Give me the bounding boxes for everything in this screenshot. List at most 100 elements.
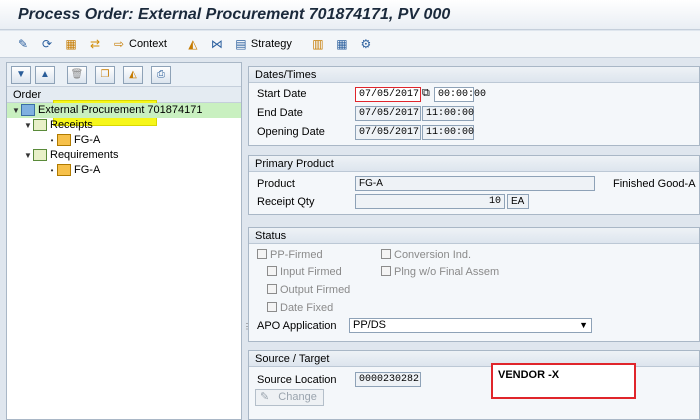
opening-time-field[interactable]: 11:00:00 [422,125,474,140]
grid-button[interactable]: ▦ [331,34,353,54]
receipt-qty-field[interactable]: 10 [355,194,505,209]
start-time-field[interactable]: 00:00:00 [434,87,486,102]
tree-item-label: FG-A [74,164,101,176]
input-firmed-label: Input Firmed [280,266,342,278]
conversion-ind-checkbox[interactable]: Conversion Ind. [381,249,471,261]
structure-button[interactable]: ▥ [307,34,329,54]
bullet-icon: • [50,166,54,175]
end-date-label: End Date [257,107,303,119]
copy-button[interactable]: ❐ [95,65,115,84]
tree-toolbar: ▼ ▲ 🗑 ❐ ◭ ⎙ [7,63,241,87]
apo-application-dropdown[interactable]: PP/DS ▼ [349,318,592,333]
collapse-toggle-icon[interactable]: ▼ [23,118,33,133]
opening-date-label: Opening Date [257,126,325,138]
pane-splitter[interactable]: ⋮ [243,323,251,339]
strategy-icon: ▤ [235,37,247,51]
output-firmed-label: Output Firmed [280,284,351,296]
date-fixed-checkbox[interactable]: Date Fixed [267,302,333,314]
start-date-label: Start Date [257,88,307,100]
status-title: Status [249,228,699,244]
context-icon: ⇨ [113,37,125,51]
tree-item-label: FG-A [74,134,101,146]
schedule-icon: ▦ [65,37,77,51]
pp-firmed-checkbox[interactable]: PP-Firmed [257,249,323,261]
tree-item-receipt-fg-a[interactable]: • FG-A [7,133,241,148]
primary-product-title: Primary Product [249,156,699,172]
dates-section-title: Dates/Times [249,67,699,83]
material-icon [57,134,71,147]
settings-button[interactable]: ⚙ [355,34,377,54]
apo-application-value: PP/DS [353,319,387,331]
product-description: Finished Good-A [613,178,696,190]
capacity-icon: ◭ [188,37,198,51]
tree-item-label: External Procurement 701874171 [38,104,203,116]
reschedule-button[interactable]: ⇄ [84,34,106,54]
tree-item-receipts[interactable]: ▼ Receipts [7,118,241,133]
requirement-folder-icon [33,149,47,162]
source-location-field[interactable]: 0000230282 [355,372,421,387]
tree-item-label: Requirements [50,149,119,161]
expand-button[interactable]: ▼ [11,65,31,84]
capacity-tree-button[interactable]: ◭ [123,65,143,84]
context-button[interactable]: ⇨ Context [108,34,170,54]
product-label: Product [257,178,295,190]
refresh-icon: ⟳ [41,37,53,51]
toolbar: ✎ ⟳ ▦ ⇄ ⇨ Context ◭ ⋈ ▤ Strategy ▥ ▦ ⚙ [0,31,700,58]
tree-item-order[interactable]: ▼ External Procurement 701874171 [7,103,241,118]
network-icon: ⋈ [210,37,223,51]
collapse-toggle-icon[interactable]: ▼ [23,148,33,163]
order-tree: ▼ External Procurement 701874171 ▼ Receipt… [7,103,241,178]
trash-icon: 🗑 [70,69,84,80]
reschedule-icon: ⇄ [89,37,101,51]
conversion-ind-label: Conversion Ind. [394,249,472,261]
bullet-icon: • [50,136,54,145]
opening-date-field[interactable]: 07/05/2017 [355,125,421,140]
tree-item-label: Receipts [50,119,93,131]
tree-item-requirements[interactable]: ▼ Requirements [7,148,241,163]
network-button[interactable]: ⋈ [206,34,228,54]
delete-button[interactable]: 🗑 [67,65,87,84]
pencil-icon: ✎ [17,37,29,51]
collapse-toggle-icon[interactable]: ▼ [11,103,21,118]
receipt-qty-label: Receipt Qty [257,196,315,208]
copy-icon: ❐ [100,69,110,80]
receipt-folder-icon [33,119,47,132]
receipt-qty-unit[interactable]: EA [507,194,529,209]
capacity-tree-icon: ◭ [129,69,137,80]
chevron-down-icon: ▼ [579,320,588,330]
calendar-icon[interactable]: ⧉ [422,87,430,100]
input-firmed-checkbox[interactable]: Input Firmed [267,266,342,278]
dates-section: Dates/Times Start Date 07/05/2017 ⧉ 00:0… [248,66,700,146]
order-tree-pane: ▼ ▲ 🗑 ❐ ◭ ⎙ Order ▼ External Procurement … [6,62,242,420]
order-icon [21,104,35,117]
end-date-field[interactable]: 07/05/2017 [355,106,421,121]
material-icon [57,164,71,177]
edit-button[interactable]: ✎ [12,34,34,54]
refresh-button[interactable]: ⟳ [36,34,58,54]
structure-icon: ▥ [312,37,324,51]
tree-item-requirement-fg-a[interactable]: • FG-A [7,163,241,178]
end-time-field[interactable]: 11:00:00 [422,106,474,121]
change-label: Change [278,391,317,403]
capacity-button[interactable]: ◭ [182,34,204,54]
pencil-icon: ✎ [260,391,270,403]
schedule-button[interactable]: ▦ [60,34,82,54]
plng-final-label: Plng w/o Final Assem [394,266,500,278]
strategy-button[interactable]: ▤ Strategy [230,34,295,54]
start-date-field[interactable]: 07/05/2017 [355,87,421,102]
primary-product-section: Primary Product Product FG-A Finished Go… [248,155,700,215]
change-button[interactable]: ✎ Change [255,389,324,406]
plng-final-checkbox[interactable]: Plng w/o Final Assem [381,266,499,278]
print-button[interactable]: ⎙ [151,65,171,84]
vendor-annotation: VENDOR -X [491,363,636,399]
date-fixed-label: Date Fixed [280,302,334,314]
collapse-button[interactable]: ▲ [35,65,55,84]
source-location-label: Source Location [257,374,337,386]
settings-icon: ⚙ [360,37,372,51]
expand-icon: ▼ [16,69,26,80]
collapse-icon: ▲ [40,69,50,80]
status-section: Status PP-Firmed Conversion Ind. Input F… [248,227,700,342]
output-firmed-checkbox[interactable]: Output Firmed [267,284,350,296]
pp-firmed-label: PP-Firmed [270,249,323,261]
product-field[interactable]: FG-A [355,176,595,191]
